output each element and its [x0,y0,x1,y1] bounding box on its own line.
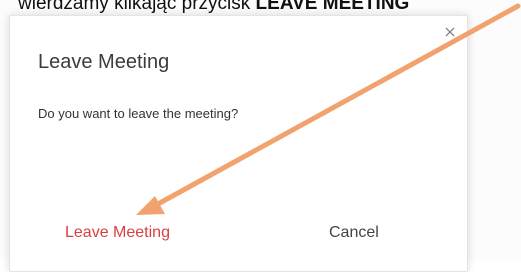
close-button[interactable] [443,24,457,38]
leave-meeting-button[interactable]: Leave Meeting [61,222,174,244]
leave-meeting-dialog: Leave Meeting Do you want to leave the m… [9,15,468,272]
close-icon [445,27,455,37]
cancel-button[interactable]: Cancel [325,222,383,244]
dialog-message: Do you want to leave the meeting? [38,106,239,121]
instruction-bold: LEAVE MEETING [255,0,410,14]
instruction-text: wierdzamy klikając przycisk LEAVE MEETIN… [18,0,521,16]
instruction-prefix: wierdzamy klikając przycisk [18,0,256,14]
dialog-title: Leave Meeting [38,51,170,73]
